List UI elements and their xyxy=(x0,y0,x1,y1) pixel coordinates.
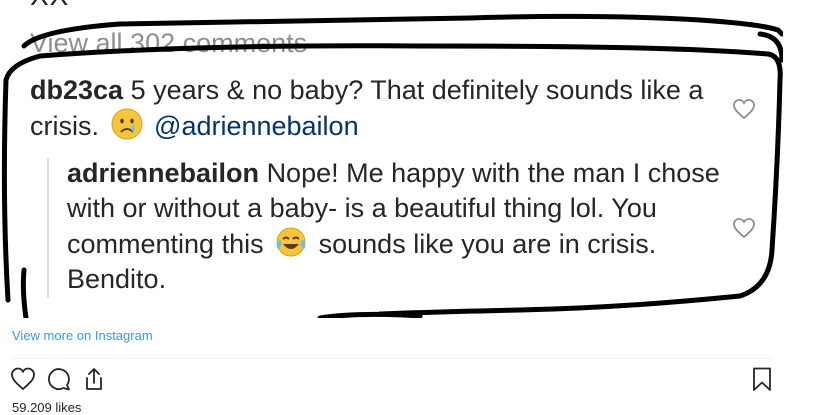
bookmark-icon[interactable] xyxy=(749,366,775,392)
footer-divider xyxy=(12,358,772,359)
heart-icon[interactable] xyxy=(10,366,36,392)
share-icon[interactable] xyxy=(81,366,107,392)
marker-scribble-outline xyxy=(1,13,783,318)
comment-icon[interactable] xyxy=(46,366,72,392)
comment-screenshot: XX View all 302 comments db23ca 5 years … xyxy=(0,0,783,318)
view-more-on-instagram-link[interactable]: View more on Instagram xyxy=(12,328,153,343)
